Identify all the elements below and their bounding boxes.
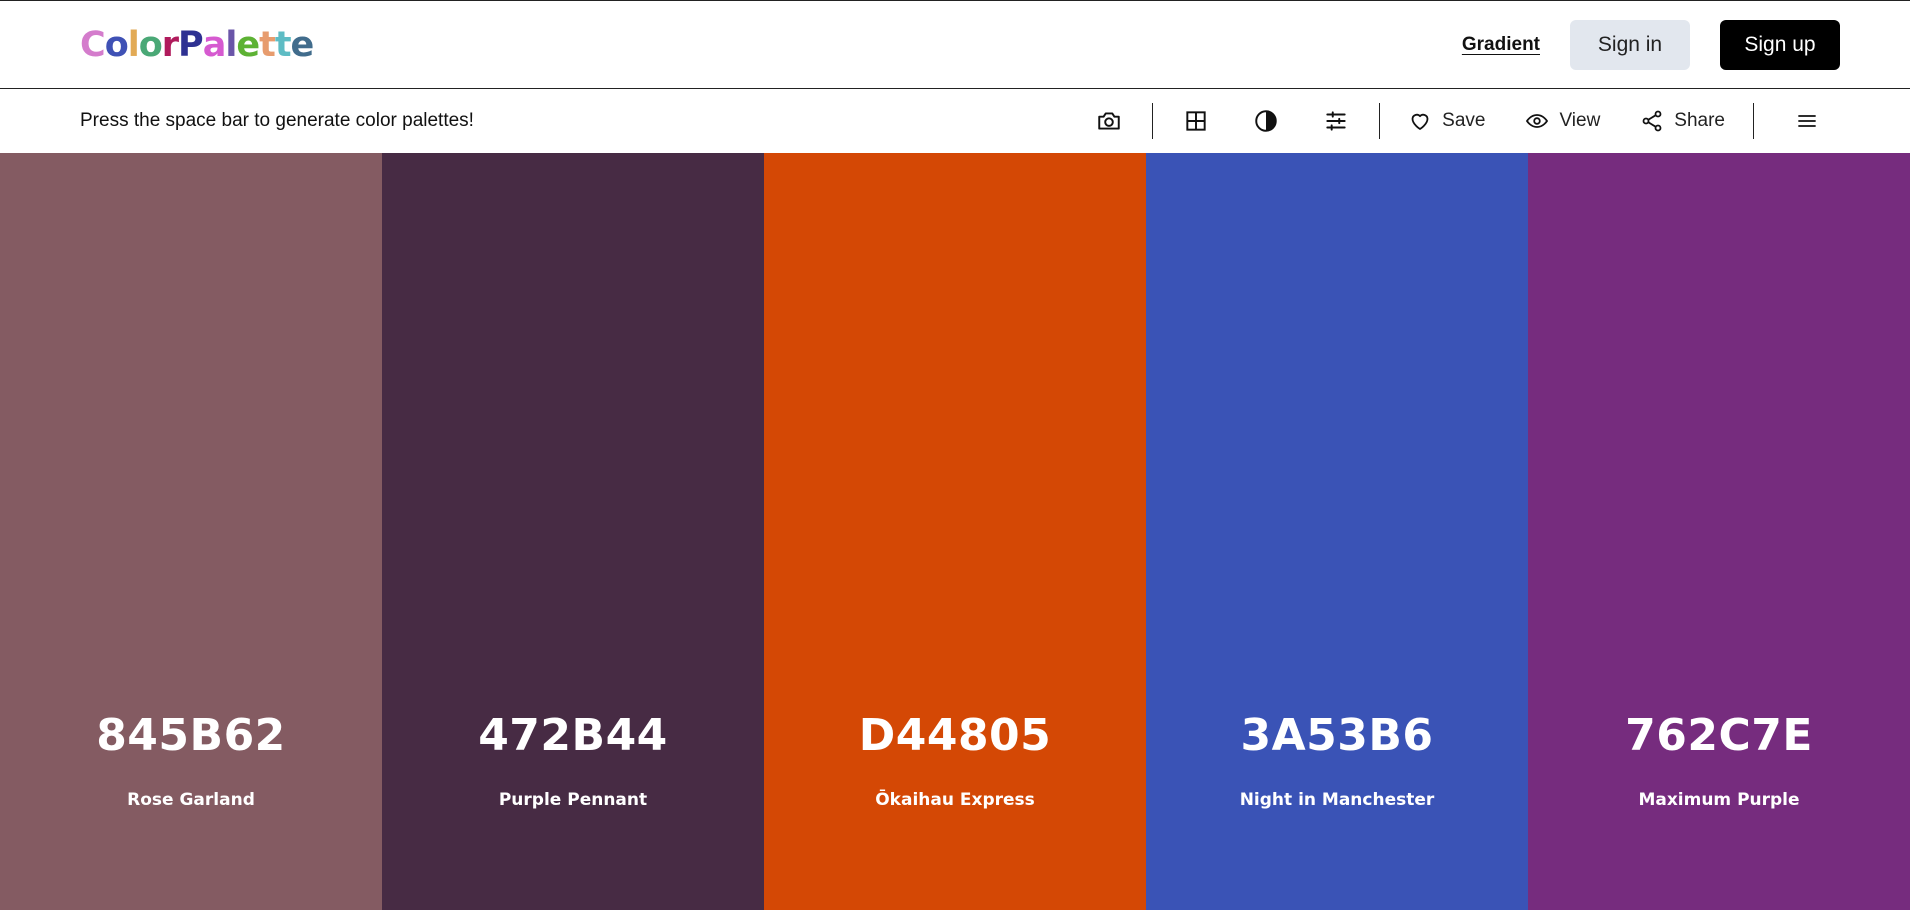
hamburger-menu-icon[interactable] [1782,101,1832,141]
logo-letter: e [236,24,260,65]
view-button[interactable]: View [1505,101,1620,141]
color-swatch[interactable]: 472B44 Purple Pennant [382,153,764,910]
logo-letter: t [259,24,276,65]
logo-letter: o [138,24,163,65]
logo-letter: l [225,24,237,65]
swatch-hex-code[interactable]: 3A53B6 [1146,710,1528,761]
swatch-color-name: Night in Manchester [1239,790,1435,810]
toolbar-divider [1753,103,1754,139]
swatch-hex-code[interactable]: 762C7E [1528,710,1910,761]
app-header: ColorPalette Gradient Sign in Sign up [0,0,1910,89]
eye-icon [1526,114,1549,128]
camera-icon[interactable] [1074,101,1144,141]
color-swatch[interactable]: 845B62 Rose Garland [0,153,382,910]
logo-letter: a [202,24,227,65]
sign-up-button[interactable]: Sign up [1720,19,1840,70]
share-icon [1642,110,1662,132]
swatch-hex-code[interactable]: D44805 [764,710,1146,761]
toolbar-divider [1379,103,1381,139]
color-swatch[interactable]: D44805 Ōkaihau Express [764,153,1146,910]
toolbar-divider [1152,103,1154,139]
logo-letter: C [80,24,106,65]
logo-letter: e [290,24,315,65]
logo-letter: r [161,24,179,65]
gradient-link[interactable]: Gradient [1462,34,1540,56]
sliders-icon[interactable] [1301,101,1371,141]
grid-icon[interactable] [1161,101,1231,141]
spacebar-hint: Press the space bar to generate color pa… [80,110,474,131]
swatch-color-name: Maximum Purple [1638,790,1800,810]
swatch-color-name: Purple Pennant [498,790,648,810]
color-swatch[interactable]: 762C7E Maximum Purple [1528,153,1910,910]
logo-letter: l [127,24,140,65]
logo[interactable]: ColorPalette [80,24,315,65]
share-button[interactable]: Share [1620,101,1745,141]
color-swatch[interactable]: 3A53B6 Night in Manchester [1146,153,1528,910]
logo-letter: t [274,24,292,65]
toolbar-tools: Save View Share [1074,89,1832,153]
swatch-hex-code[interactable]: 845B62 [0,710,382,761]
logo-letter: o [104,24,129,65]
toolbar: Press the space bar to generate color pa… [0,89,1910,153]
view-label: View [1559,110,1601,131]
swatch-hex-code[interactable]: 472B44 [382,710,764,761]
palette: 845B62 Rose Garland 472B44 Purple Pennan… [0,153,1910,910]
sign-in-button[interactable]: Sign in [1570,19,1690,70]
contrast-icon[interactable] [1231,101,1301,141]
logo-letter: P [178,24,204,65]
header-actions: Gradient Sign in Sign up [1462,19,1840,70]
heart-icon [1411,113,1429,130]
swatch-color-name: Rose Garland [127,790,255,810]
share-label: Share [1674,110,1725,131]
save-label: Save [1442,110,1486,131]
swatch-color-name: Ōkaihau Express [875,790,1035,810]
save-button[interactable]: Save [1388,101,1505,141]
